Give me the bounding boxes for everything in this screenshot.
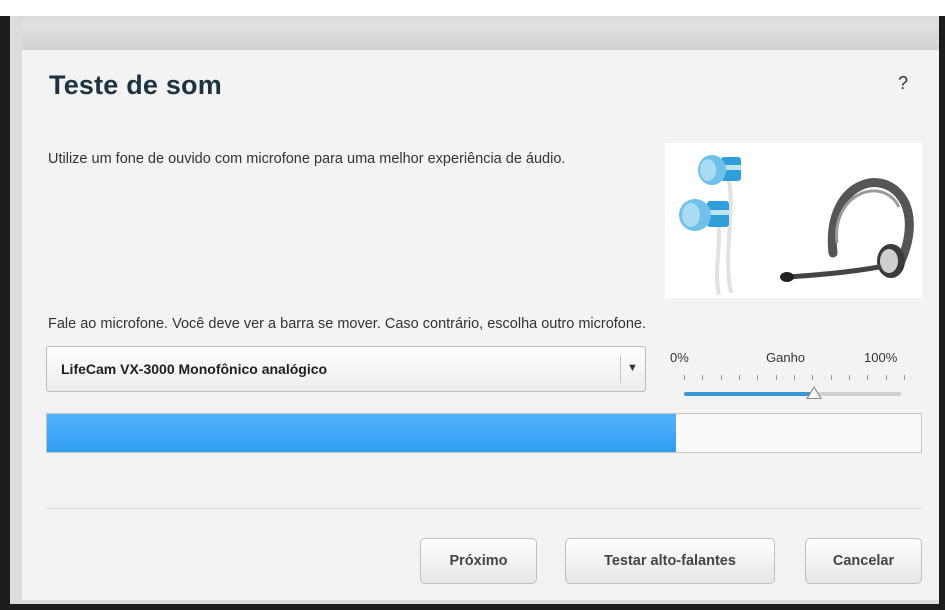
gain-tick: [702, 375, 704, 380]
gain-tick: [849, 375, 850, 380]
select-separator: [620, 355, 621, 383]
gain-tick: [684, 375, 685, 380]
gain-max-label: 100%: [864, 350, 898, 365]
next-button[interactable]: Próximo: [420, 538, 537, 584]
gain-tick: [812, 375, 814, 380]
microphone-select-value: LifeCam VX-3000 Monofônico analógico: [61, 361, 328, 377]
dialog-titlebar[interactable]: [22, 22, 939, 52]
gain-slider[interactable]: 0% Ganho 100%: [668, 350, 918, 410]
gain-min-label: 0%: [670, 350, 689, 365]
gain-tick: [885, 375, 887, 380]
gain-tick: [830, 375, 832, 380]
gain-tick: [867, 375, 869, 380]
instruction-text: Fale ao microfone. Você deve ver a barra…: [48, 316, 647, 332]
audio-level-fill: [47, 414, 677, 452]
triangle-down-icon[interactable]: ▼: [627, 362, 638, 374]
audio-level-meter: [46, 413, 922, 453]
gain-label: Ganho: [766, 350, 806, 365]
gain-tick: [720, 375, 722, 380]
gain-tick: [775, 375, 777, 380]
gain-tick: [794, 375, 795, 380]
intro-text: Utilize um fone de ouvido com microfone …: [48, 151, 566, 167]
test-speakers-button[interactable]: Testar alto-falantes: [565, 538, 775, 584]
headset-image: [665, 143, 922, 298]
gain-tick: [739, 375, 740, 380]
cancel-button[interactable]: Cancelar: [805, 538, 922, 584]
help-button[interactable]: ?: [898, 73, 908, 94]
dialog-title: Teste de som: [49, 70, 222, 100]
gain-tick: [757, 375, 759, 380]
headset-illustration: [679, 155, 914, 296]
gain-slider-thumb[interactable]: [806, 386, 823, 399]
gain-track[interactable]: [684, 392, 901, 396]
microphone-select[interactable]: LifeCam VX-3000 Monofônico analógico ▼: [46, 346, 646, 392]
top-strip: [0, 0, 945, 16]
footer-divider: [46, 508, 922, 509]
gain-tick: [904, 375, 905, 380]
gain-ticks: [684, 375, 905, 381]
gain-track-fill: [684, 392, 815, 396]
